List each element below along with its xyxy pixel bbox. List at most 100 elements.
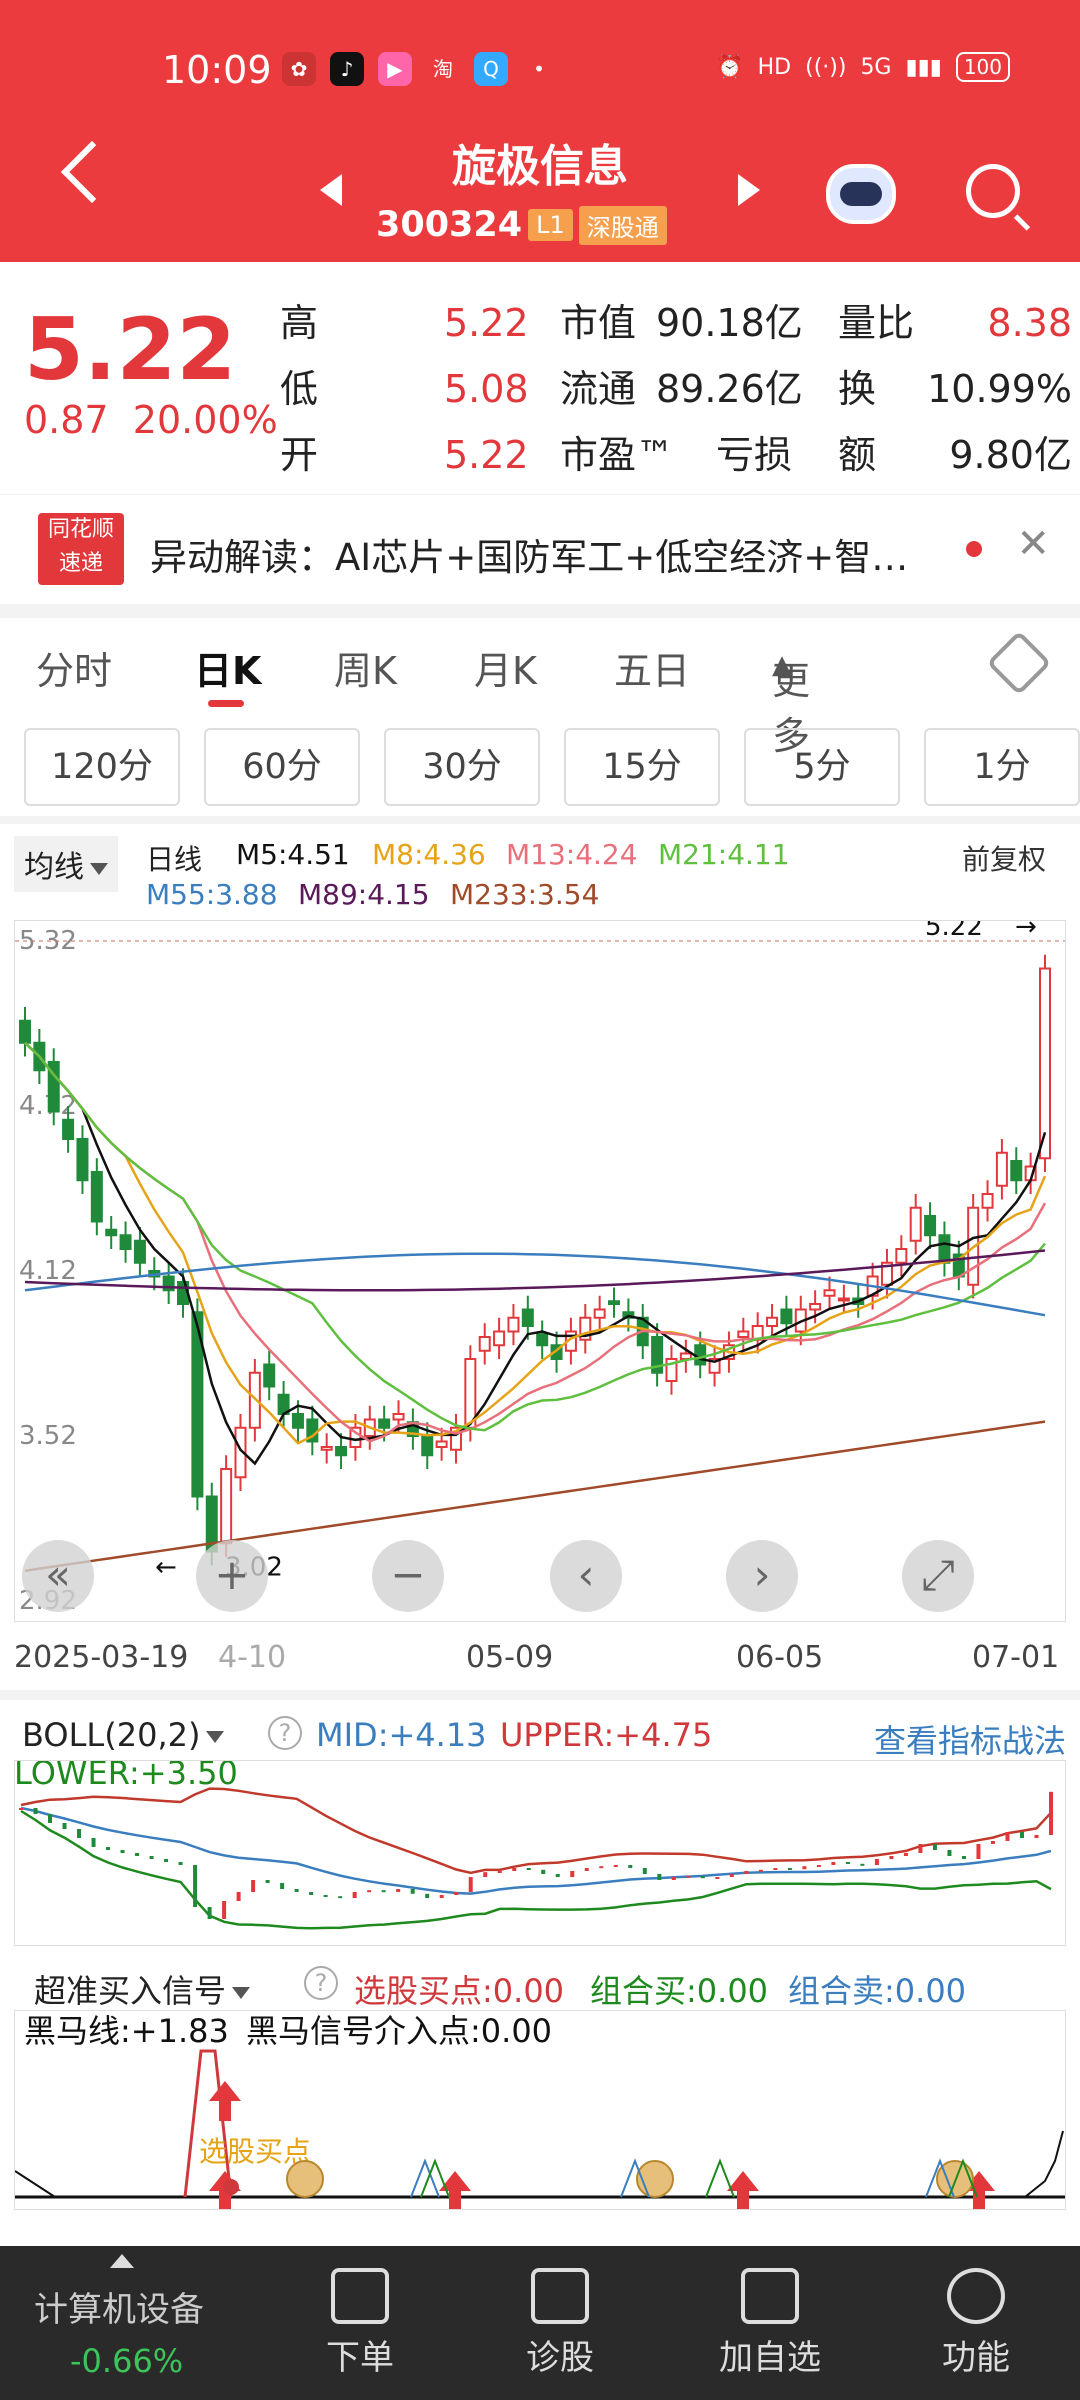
period-30[interactable]: 30分 [384, 728, 540, 806]
signal-triangle [410, 2158, 440, 2198]
high-arrow: → [1015, 921, 1037, 942]
open-value: 5.22 [444, 433, 529, 477]
quote-col-2: 市值 90.18亿 流通 89.26亿 市盈™ 亏损 [560, 290, 803, 488]
signal-combo-buy: 组合买:0.00 [590, 1972, 769, 2010]
period-15[interactable]: 15分 [564, 728, 720, 806]
logo-line-1: 同花顺 [47, 517, 114, 542]
bottom-nav: 计算机设备 -0.66% 下单 诊股 加自选 功能 [0, 2246, 1080, 2400]
tab-intraday[interactable]: 分时 [36, 640, 112, 695]
next-stock-icon[interactable] [738, 174, 760, 206]
candle-body [378, 1418, 391, 1429]
search-icon[interactable] [966, 164, 1020, 218]
fullscreen-button[interactable]: ⤢ [902, 1540, 974, 1612]
boll-candle [1049, 1791, 1053, 1835]
diagnose-button[interactable]: 诊股 [510, 2268, 610, 2379]
candle-body [320, 1446, 333, 1451]
change-value: 0.87 [24, 398, 109, 442]
x-tick-5: 07-01 [972, 1640, 1060, 1675]
signal-icon: 5G [860, 54, 892, 80]
stock-code: 300324 [376, 205, 523, 245]
separator [0, 816, 1080, 824]
adjust-label[interactable]: 前复权 [962, 838, 1046, 878]
zoom-in-button[interactable]: + [196, 1540, 268, 1612]
money-bag-icon [286, 2160, 324, 2198]
banner-text[interactable]: 异动解读：AI芯片+国防军工+低空经济+智… [150, 527, 908, 581]
high-label: 高 [280, 301, 319, 345]
logo-line-2: 速递 [58, 551, 103, 576]
zoom-out-button[interactable]: − [372, 1540, 444, 1612]
menu-icon [947, 2268, 1005, 2324]
boll-candle [845, 1862, 850, 1864]
level-tag: L1 [528, 209, 573, 241]
ma-line-21 [24, 1041, 1046, 1432]
prev-stock-icon[interactable] [320, 174, 342, 206]
period-1[interactable]: 1分 [924, 728, 1080, 806]
buy-arrow-icon [439, 2171, 471, 2211]
period-120[interactable]: 120分 [24, 728, 180, 806]
robot-assistant-icon[interactable] [826, 164, 896, 224]
low-label: 低 [280, 367, 319, 411]
order-icon [331, 2268, 389, 2324]
kline-chart[interactable]: 5.324.724.123.522.925.22→3.02← [14, 912, 1066, 1622]
boll-candle [410, 1889, 415, 1894]
period-5[interactable]: 5分 [744, 728, 900, 806]
boll-candle [120, 1850, 125, 1853]
float-value: 89.26亿 [656, 367, 803, 411]
boll-selector[interactable]: BOLL(20,2) [22, 1716, 225, 1754]
boll-candle [294, 1889, 299, 1892]
boll-candle [715, 1877, 720, 1879]
boll-candle [947, 1850, 952, 1856]
boll-chart[interactable] [14, 1760, 1066, 1946]
signal-chart[interactable]: 选股买点 [14, 2010, 1066, 2211]
pan-right-button[interactable]: › [726, 1540, 798, 1612]
functions-button[interactable]: 功能 [926, 2268, 1026, 2379]
ma5-label: M5:4.51 [236, 838, 350, 871]
boll-candle [671, 1877, 676, 1880]
help-icon[interactable]: ? [268, 1716, 302, 1750]
candle-body [392, 1413, 405, 1421]
tab-monthly[interactable]: 月K [474, 640, 537, 695]
boll-candle [932, 1844, 937, 1850]
boll-candle [106, 1847, 111, 1850]
boll-candle [454, 1892, 459, 1895]
tab-daily[interactable]: 日K [194, 640, 261, 695]
boll-candle [1034, 1835, 1039, 1838]
functions-label: 功能 [942, 2338, 1010, 2378]
boll-candle [236, 1892, 241, 1901]
boll-candle [874, 1859, 879, 1865]
alarm-icon: ⏰ [716, 54, 744, 80]
tab-fiveday[interactable]: 五日 [614, 640, 690, 695]
add-watchlist-button[interactable]: 加自选 [710, 2268, 830, 2379]
ma233-label: M233:3.54 [450, 878, 600, 911]
tab-weekly[interactable]: 周K [334, 640, 397, 695]
period-60[interactable]: 60分 [204, 728, 360, 806]
x-tick-1: 2025-03-19 [14, 1640, 189, 1675]
order-button[interactable]: 下单 [310, 2268, 410, 2379]
news-banner[interactable]: 同花顺速递 异动解读：AI芯片+国防军工+低空经济+智… ✕ [0, 494, 1080, 604]
boll-candle [367, 1890, 372, 1893]
search-app-icon: Q [474, 52, 508, 86]
close-icon[interactable]: ✕ [1016, 521, 1050, 567]
sector-name[interactable]: 计算机设备 [34, 2282, 204, 2331]
high-label: 5.22 [925, 921, 983, 942]
pan-left-button[interactable]: ‹ [550, 1540, 622, 1612]
mktcap-value: 90.18亿 [656, 301, 803, 345]
candle-body [119, 1234, 132, 1250]
indicator-strategy-link[interactable]: 查看指标战法 [874, 1716, 1066, 1762]
express-logo: 同花顺 速递 [38, 513, 124, 585]
zoom-out-all-button[interactable]: « [22, 1540, 94, 1612]
status-indicators: ⏰ HD ((·)) 5G ▮▮▮ 100 [716, 52, 1010, 82]
ma8-label: M8:4.36 [372, 838, 486, 871]
boll-candle [860, 1863, 865, 1866]
boll-candle [352, 1892, 357, 1898]
ma13-label: M13:4.24 [506, 838, 638, 871]
boll-candle [439, 1895, 444, 1898]
help-icon[interactable]: ? [304, 1966, 338, 2000]
boll-upper: UPPER:+4.75 [500, 1716, 713, 1754]
avg-selector[interactable]: 均线 [14, 836, 118, 892]
wifi-icon: ((·)) [805, 54, 847, 80]
candle-body [1039, 967, 1051, 1160]
boll-candle [468, 1877, 473, 1892]
candle-body [809, 1303, 822, 1311]
candle-body [133, 1239, 146, 1264]
